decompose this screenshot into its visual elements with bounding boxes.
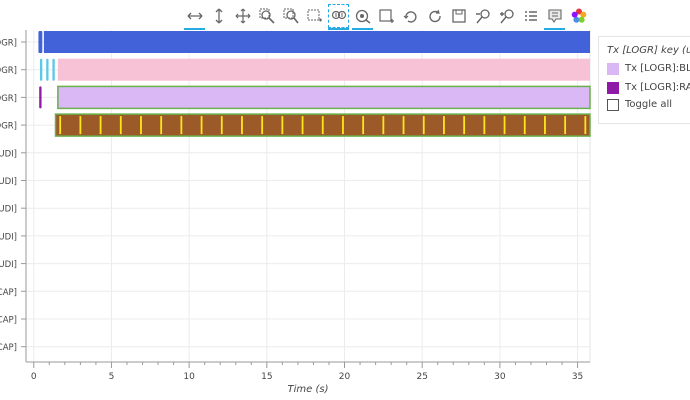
y-tick-label: CAP] — [0, 288, 17, 298]
y-tick-label: UDI] — [0, 205, 17, 215]
x-tick-label: 10 — [183, 372, 195, 382]
bar-row2-1[interactable] — [57, 85, 591, 110]
bar-row1-3[interactable] — [57, 58, 590, 81]
x-axis-label: Time (s) — [288, 384, 329, 395]
legend-label-bl: Tx [LOGR]:BL — [625, 63, 690, 74]
toggle-all-label: Toggle all — [625, 99, 673, 110]
bar-row1-2[interactable] — [52, 58, 55, 81]
x-tick-label: 0 — [31, 372, 37, 382]
y-tick-label: OGR] — [0, 39, 17, 49]
x-tick-label: 20 — [339, 372, 351, 382]
bar-row1-0[interactable] — [39, 58, 43, 81]
toggle-all[interactable]: Toggle all — [607, 97, 672, 112]
legend-item-bl[interactable]: Tx [LOGR]:BL — [607, 61, 690, 76]
y-tick-label: UDI] — [0, 232, 17, 242]
x-tick-label: 5 — [109, 372, 115, 382]
bar-row0-0[interactable] — [38, 31, 43, 53]
legend: Tx [LOGR] key (us Tx [LOGR]:BL Tx [LOGR]… — [598, 36, 690, 124]
bar-row2-0[interactable] — [39, 86, 42, 109]
y-tick-label: OGR] — [0, 122, 17, 132]
x-tick-label: 15 — [261, 372, 272, 382]
timeline-chart: OGR] OGR] OGR] OGR] UDI] UDI] UDI] UDI] UDI] CAP]… — [0, 30, 591, 395]
legend-item-ra[interactable]: Tx [LOGR]:RA — [607, 80, 690, 95]
toggle-all-checkbox[interactable] — [607, 98, 619, 111]
x-tick-label: 25 — [416, 372, 427, 382]
x-tick-label: 35 — [572, 372, 583, 382]
legend-swatch-bl — [607, 62, 619, 75]
legend-swatch-ra — [607, 81, 619, 94]
y-tick-label: CAP] — [0, 343, 17, 353]
y-tick-label: CAP] — [0, 316, 17, 326]
legend-title: Tx [LOGR] key (us — [607, 45, 690, 56]
bar-row1-1[interactable] — [46, 58, 49, 81]
y-tick-label: UDI] — [0, 260, 17, 270]
legend-label-ra: Tx [LOGR]:RA — [625, 82, 690, 93]
y-tick-label: UDI] — [0, 149, 17, 159]
y-tick-label: UDI] — [0, 177, 17, 187]
y-tick-label: OGR] — [0, 66, 17, 76]
y-tick-label: OGR] — [0, 94, 17, 104]
x-tick-label: 30 — [494, 372, 506, 382]
bar-row0-1[interactable] — [43, 31, 590, 53]
